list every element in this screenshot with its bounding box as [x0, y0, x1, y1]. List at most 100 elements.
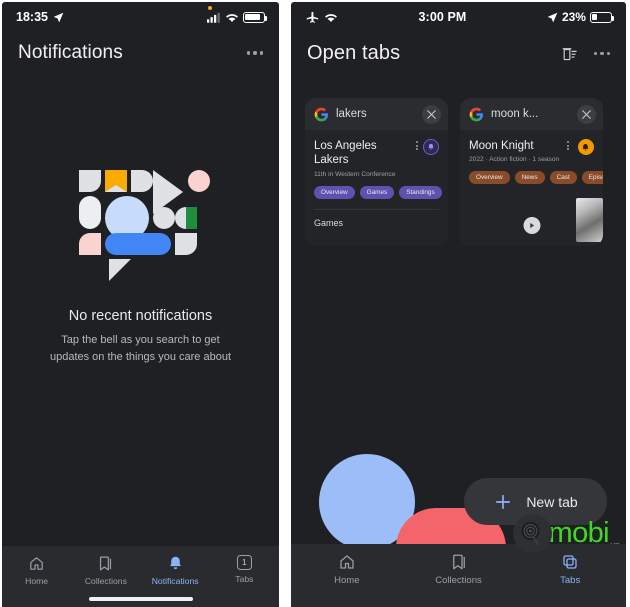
empty-state-title: No recent notifications	[68, 308, 213, 324]
nav-label: Home	[334, 574, 360, 586]
trash-list-icon[interactable]	[561, 45, 578, 62]
page-title: Open tabs	[307, 42, 401, 64]
nav-label: Tabs	[235, 573, 254, 584]
vertical-dots-icon[interactable]	[416, 139, 418, 151]
right-status-bar: 3:00 PM 23%	[291, 2, 626, 32]
chip[interactable]: Overview	[469, 171, 510, 185]
tabs-count-icon: 1	[236, 554, 252, 570]
status-time: 3:00 PM	[418, 10, 467, 24]
result-subtitle: 11th in Western Conference	[314, 170, 396, 178]
google-g-icon	[314, 107, 329, 121]
close-icon[interactable]	[422, 104, 441, 124]
nav-label: Notifications	[151, 575, 199, 586]
knowledge-panel-text: Moon Knight 2022 · Action fiction · 1 se…	[469, 139, 559, 163]
tab-card-header: lakers	[305, 98, 448, 130]
section-label: Games	[314, 208, 439, 228]
recording-indicator-dot	[208, 6, 212, 10]
empty-state-subtitle: Tap the bell as you search to get update…	[49, 334, 232, 363]
location-arrow-icon	[53, 12, 64, 22]
status-time: 18:35	[16, 10, 48, 24]
tab-card[interactable]: moon k... Moon Knight 2022 · Action fict…	[460, 98, 603, 246]
tab-query: lakers	[336, 108, 367, 120]
location-arrow-icon	[547, 12, 558, 22]
tab-card-body: Moon Knight 2022 · Action fiction · 1 se…	[460, 130, 603, 246]
sidebar-item-collections[interactable]: Collections	[403, 553, 515, 586]
google-shapes-speech-bubble-illustration	[78, 170, 210, 281]
bell-icon	[169, 556, 181, 569]
knowledge-panel-row: Moon Knight 2022 · Action fiction · 1 se…	[469, 139, 594, 163]
new-tab-label: New tab	[526, 493, 578, 510]
status-right-group: 23%	[547, 10, 615, 24]
status-left-group: 18:35	[16, 10, 64, 24]
notifications-screen: 18:35 Notifications No recent notificati…	[2, 2, 279, 607]
left-bottom-nav: Home Collections Notifications 1 Tabs	[2, 545, 279, 607]
open-tabs-screen: 3:00 PM 23% Open tabs lakers Los Angeles…	[291, 2, 626, 607]
more-options-icon[interactable]	[246, 51, 263, 55]
left-status-bar: 18:35	[2, 2, 279, 32]
more-options-icon[interactable]	[593, 51, 610, 56]
tab-card-body: Los Angeles Lakers 11th in Western Confe…	[305, 130, 448, 246]
plus-icon	[496, 494, 511, 509]
chip[interactable]: Games	[359, 185, 395, 199]
page-title: Notifications	[18, 42, 123, 63]
open-tabs-header: Open tabs	[291, 32, 626, 79]
empty-state: No recent notifications Tap the bell as …	[2, 162, 279, 365]
chip[interactable]: Standings	[399, 185, 442, 199]
close-icon[interactable]	[577, 104, 596, 124]
header-actions	[561, 45, 610, 62]
nav-row: Home Collections Notifications 1 Tabs	[2, 554, 279, 586]
google-g-icon	[469, 107, 484, 121]
bookmark-icon	[452, 554, 465, 569]
header-actions	[246, 51, 263, 55]
home-icon	[340, 554, 354, 569]
result-title: Los Angeles Lakers	[314, 140, 377, 167]
right-bottom-nav: Home Collections Tabs	[291, 543, 626, 607]
tab-card-header: moon k...	[460, 98, 603, 130]
tabs-stack-icon	[563, 554, 577, 569]
nav-label: Home	[25, 575, 49, 586]
panel-divider	[279, 0, 291, 607]
chips-row: Overview Games Standings	[314, 185, 442, 199]
tab-card[interactable]: lakers Los Angeles Lakers 11th in Wester…	[305, 98, 448, 246]
sidebar-item-collections[interactable]: Collections	[71, 555, 140, 586]
chip[interactable]: News	[514, 171, 545, 185]
sidebar-item-tabs[interactable]: Tabs	[514, 553, 626, 586]
chip[interactable]: Cast	[549, 171, 577, 185]
status-right-group	[207, 11, 268, 23]
result-title: Moon Knight	[469, 140, 534, 152]
chip[interactable]: Overview	[314, 185, 355, 199]
nav-label: Collections	[84, 575, 127, 586]
tab-cards-container: lakers Los Angeles Lakers 11th in Wester…	[291, 98, 626, 246]
sidebar-item-home[interactable]: Home	[2, 555, 71, 586]
sidebar-item-notifications[interactable]: Notifications	[141, 555, 210, 586]
cellular-signal-icon	[207, 12, 220, 23]
notify-bell-icon[interactable]	[577, 139, 594, 155]
airplane-mode-icon	[306, 11, 319, 23]
home-icon	[30, 556, 43, 570]
status-left-group	[305, 10, 338, 24]
screenshot-stage: 18:35 Notifications No recent notificati…	[0, 0, 630, 607]
video-thumbnail	[576, 198, 603, 242]
result-subtitle: 2022 · Action fiction · 1 season	[469, 156, 560, 164]
play-icon[interactable]	[523, 217, 540, 234]
chip[interactable]: Episod	[581, 171, 603, 185]
knowledge-panel-row: Los Angeles Lakers 11th in Western Confe…	[314, 139, 439, 178]
nav-label: Collections	[435, 574, 482, 586]
sidebar-item-home[interactable]: Home	[291, 553, 403, 586]
bell-icon[interactable]	[423, 139, 439, 155]
tabs-count: 1	[242, 557, 247, 568]
mobi-swirl-icon	[512, 514, 552, 553]
sidebar-item-tabs[interactable]: 1 Tabs	[210, 554, 279, 586]
battery-icon	[589, 11, 615, 23]
notifications-header: Notifications	[2, 32, 279, 78]
battery-percent: 23%	[561, 10, 586, 24]
nav-label: Tabs	[560, 574, 581, 586]
vertical-dots-icon[interactable]	[567, 139, 570, 151]
nav-row: Home Collections Tabs	[291, 553, 626, 586]
tab-query: moon k...	[491, 108, 539, 120]
home-indicator	[88, 596, 193, 601]
battery-icon	[243, 11, 268, 23]
chips-row: Overview News Cast Episod	[469, 171, 603, 185]
knowledge-panel-text: Los Angeles Lakers 11th in Western Confe…	[314, 139, 412, 178]
bookmark-icon	[100, 556, 112, 571]
